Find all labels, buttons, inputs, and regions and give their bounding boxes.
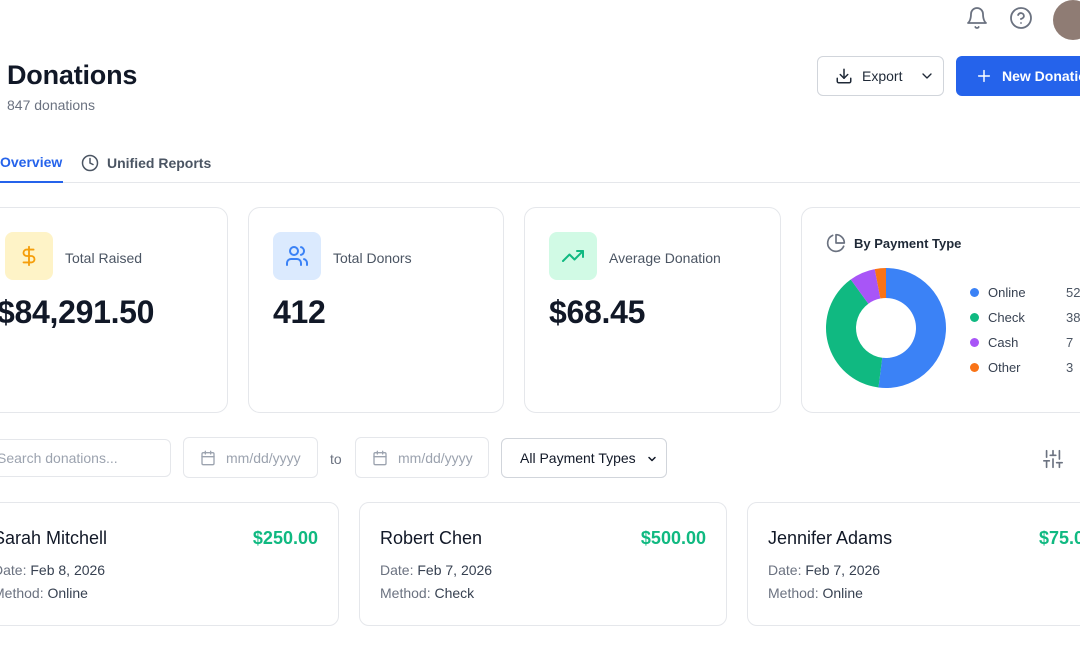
new-donation-label: New Donation — [1002, 68, 1080, 84]
new-donation-button[interactable]: New Donation — [956, 56, 1080, 96]
page-subtitle: 847 donations — [7, 97, 95, 113]
stat-label: Total Raised — [65, 250, 143, 266]
avatar[interactable] — [1053, 0, 1080, 40]
tab-unified-reports-label: Unified Reports — [107, 155, 212, 171]
date-range-to-label: to — [330, 451, 342, 467]
donation-method: Method: Check — [380, 585, 474, 601]
page-title: Donations — [7, 60, 138, 90]
legend-label: Other — [988, 359, 1021, 375]
donut-chart — [826, 268, 946, 388]
pie-chart-icon — [826, 233, 846, 253]
legend-item-check: Check 38 — [970, 309, 1080, 325]
legend-dot — [970, 287, 979, 297]
chevron-down-icon — [648, 456, 656, 462]
date-value: Feb 8, 2026 — [30, 562, 106, 578]
trending-up-icon — [549, 232, 597, 280]
donation-card[interactable]: Jennifer Adams $75.00 Date: Feb 7, 2026 … — [747, 502, 1080, 626]
date-from-input[interactable]: mm/dd/yyyy — [183, 437, 318, 478]
clock-icon — [81, 154, 99, 172]
legend-item-cash: Cash 7 — [970, 334, 1080, 350]
method-key: Method: — [380, 585, 431, 601]
chart-title: By Payment Type — [854, 236, 962, 251]
donation-card[interactable]: Sarah Mitchell $250.00 Date: Feb 8, 2026… — [0, 502, 339, 626]
date-from-placeholder: mm/dd/yyyy — [226, 449, 301, 466]
donor-name: Robert Chen — [380, 528, 483, 548]
plus-icon — [977, 69, 991, 83]
donation-amount: $75.00 — [1038, 528, 1080, 548]
tab-bar: Overview Unified Reports — [0, 143, 1080, 183]
search-input[interactable] — [0, 439, 171, 477]
donation-method: Method: Online — [768, 585, 863, 601]
legend-dot — [970, 337, 979, 347]
export-button[interactable]: Export — [817, 56, 944, 96]
stat-card-average-donation: Average Donation $68.45 — [524, 207, 781, 413]
method-value: Online — [47, 585, 88, 601]
tab-overview-label: Overview — [0, 154, 63, 170]
legend-item-online: Online 52 — [970, 284, 1080, 300]
stat-card-total-raised: Total Raised $84,291.50 — [0, 207, 228, 413]
method-key: Method: — [768, 585, 819, 601]
calendar-icon — [201, 450, 215, 465]
donation-date: Date: Feb 8, 2026 — [0, 562, 105, 578]
legend-item-other: Other 3 — [970, 359, 1080, 375]
payment-type-select[interactable]: All Payment Types — [501, 438, 667, 478]
date-key: Date: — [768, 562, 802, 578]
bell-icon[interactable] — [964, 5, 990, 31]
date-key: Date: — [0, 562, 27, 578]
users-icon — [273, 232, 321, 280]
stat-value: $84,291.50 — [0, 294, 155, 330]
stat-value: 412 — [273, 294, 326, 330]
date-value: Feb 7, 2026 — [417, 562, 493, 578]
legend-count: 52 — [1066, 284, 1080, 300]
donation-amount: $500.00 — [640, 528, 706, 548]
donation-method: Method: Online — [0, 585, 88, 601]
date-value: Feb 7, 2026 — [805, 562, 881, 578]
stat-label: Total Donors — [333, 250, 412, 266]
legend-dot — [970, 312, 979, 322]
legend-count: 3 — [1066, 359, 1074, 375]
legend-dot — [970, 362, 979, 372]
stat-value: $68.45 — [549, 294, 646, 330]
payment-type-select-value: All Payment Types — [520, 450, 636, 466]
donation-amount: $250.00 — [252, 528, 318, 548]
legend-count: 38 — [1066, 309, 1080, 325]
help-icon[interactable] — [1008, 5, 1034, 31]
stat-card-total-donors: Total Donors 412 — [248, 207, 504, 413]
export-label: Export — [862, 68, 903, 84]
date-to-placeholder: mm/dd/yyyy — [398, 449, 473, 466]
date-key: Date: — [380, 562, 414, 578]
chevron-down-icon — [922, 73, 933, 79]
payment-type-card: By Payment Type Online 52 Check 38 Cash … — [801, 207, 1080, 413]
date-to-input[interactable]: mm/dd/yyyy — [355, 437, 489, 478]
donation-date: Date: Feb 7, 2026 — [768, 562, 880, 578]
method-value: Online — [822, 585, 863, 601]
download-icon — [836, 68, 852, 84]
donor-name: Jennifer Adams — [768, 528, 893, 548]
method-key: Method: — [0, 585, 44, 601]
tab-unified-reports[interactable]: Unified Reports — [81, 143, 211, 183]
sliders-icon[interactable] — [1042, 448, 1064, 470]
donation-card[interactable]: Robert Chen $500.00 Date: Feb 7, 2026 Me… — [359, 502, 727, 626]
legend-count: 7 — [1066, 334, 1074, 350]
donut-slice-online — [878, 268, 946, 388]
legend-label: Cash — [988, 334, 1019, 350]
stat-label: Average Donation — [609, 250, 721, 266]
method-value: Check — [434, 585, 475, 601]
dollar-icon — [5, 232, 53, 280]
donation-date: Date: Feb 7, 2026 — [380, 562, 492, 578]
donor-name: Sarah Mitchell — [0, 528, 108, 548]
calendar-icon — [373, 450, 387, 465]
tab-overview[interactable]: Overview — [0, 143, 64, 183]
legend-label: Check — [988, 309, 1025, 325]
legend-label: Online — [988, 284, 1026, 300]
